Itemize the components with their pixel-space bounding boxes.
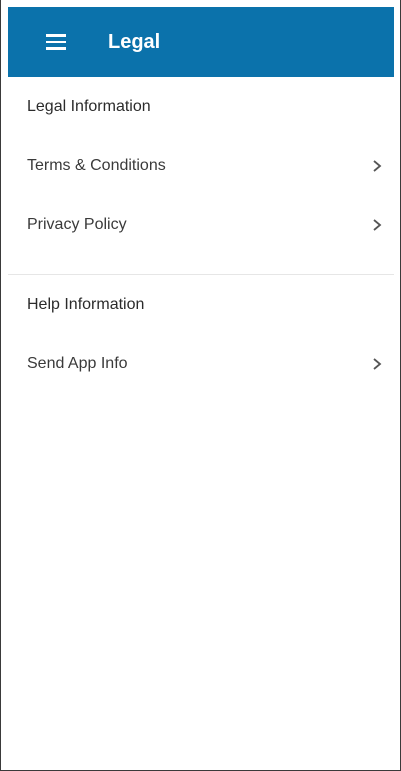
list-item-send-app-info[interactable]: Send App Info	[8, 334, 394, 393]
page-title: Legal	[108, 30, 161, 53]
chevron-right-icon	[369, 356, 385, 372]
chevron-right-icon	[369, 158, 385, 174]
list-item-terms-conditions[interactable]: Terms & Conditions	[8, 136, 394, 195]
chevron-right-icon	[369, 217, 385, 233]
menu-icon[interactable]	[38, 24, 74, 60]
list-item-label: Terms & Conditions	[27, 156, 166, 174]
section-header-legal-information: Legal Information	[27, 97, 151, 115]
list-item-privacy-policy[interactable]: Privacy Policy	[8, 195, 394, 254]
app-bar: Legal	[8, 7, 394, 77]
settings-list: Legal Information Terms & Conditions Pri…	[8, 77, 394, 393]
list-item-label: Send App Info	[27, 354, 128, 372]
screen: Legal Legal Information Terms & Conditio…	[0, 0, 401, 771]
list-item-label: Privacy Policy	[27, 215, 127, 233]
section-header-help-information: Help Information	[27, 295, 145, 313]
